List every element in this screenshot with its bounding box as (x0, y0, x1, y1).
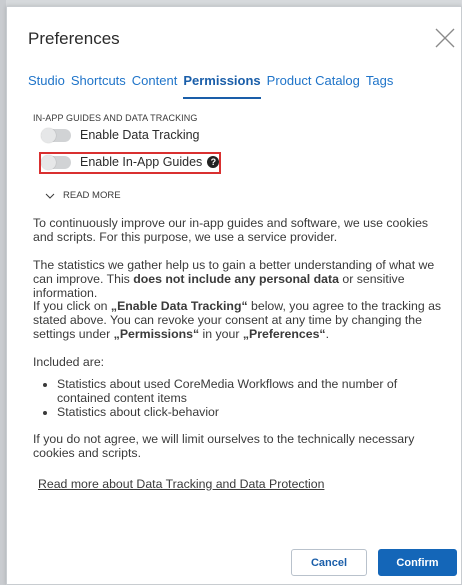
data-tracking-row: Enable Data Tracking (41, 127, 200, 143)
paragraph-3: If you click on „Enable Data Tracking“ b… (33, 299, 449, 341)
list-item: Statistics about click-behavior (57, 405, 449, 419)
tab-shortcuts[interactable]: Shortcuts (71, 73, 126, 99)
cancel-button[interactable]: Cancel (291, 549, 367, 576)
data-tracking-toggle[interactable] (41, 127, 71, 143)
list-item: Statistics about used CoreMedia Workflow… (57, 377, 449, 405)
in-app-guides-label: Enable In-App Guides (80, 155, 203, 169)
read-more-label: READ MORE (63, 190, 121, 201)
tab-product-catalog[interactable]: Product Catalog (267, 73, 360, 99)
help-icon[interactable]: ? (207, 156, 220, 168)
paragraph-statistics: The statistics we gather help us to gain… (33, 258, 449, 300)
paragraph-disagree: If you do not agree, we will limit ourse… (33, 432, 449, 460)
p3-bold-preferences: „Preferences“ (242, 327, 326, 341)
in-app-guides-row: Enable In-App Guides ? (41, 154, 220, 170)
paragraph-intro: To continuously improve our in-app guide… (33, 216, 449, 244)
paragraph-2: The statistics we gather help us to gain… (33, 258, 449, 300)
dialog-title: Preferences (28, 29, 120, 48)
p3-bold-permissions: „Permissions“ (113, 327, 200, 341)
read-more-toggle[interactable]: READ MORE (45, 190, 121, 201)
p2-bold: does not include any personal data (133, 272, 339, 286)
tab-tags[interactable]: Tags (366, 73, 393, 99)
p3-text-e: in your (199, 327, 243, 341)
paragraph-4: If you do not agree, we will limit ourse… (33, 432, 415, 460)
tab-content[interactable]: Content (132, 73, 178, 99)
included-list: Statistics about used CoreMedia Workflow… (33, 377, 449, 419)
tab-bar: Studio Shortcuts Content Permissions Pro… (28, 73, 399, 99)
data-tracking-label: Enable Data Tracking (80, 128, 200, 142)
paragraph-1: To continuously improve our in-app guide… (33, 216, 429, 244)
close-icon[interactable] (433, 26, 457, 50)
p3-text-a: If you click on (33, 299, 111, 313)
p3-bold-enable: „Enable Data Tracking“ (110, 299, 248, 313)
included-heading: Included are: (33, 355, 449, 369)
data-protection-link[interactable]: Read more about Data Tracking and Data P… (38, 477, 324, 491)
chevron-down-icon (45, 193, 55, 199)
p3-text-g: . (325, 327, 329, 341)
tab-studio[interactable]: Studio (28, 73, 65, 99)
paragraph-consent: If you click on „Enable Data Tracking“ b… (33, 299, 449, 341)
confirm-button[interactable]: Confirm (378, 549, 457, 576)
tab-permissions[interactable]: Permissions (183, 73, 261, 99)
in-app-guides-toggle[interactable] (41, 154, 71, 170)
included-label: Included are: (33, 355, 105, 369)
section-label: IN-APP GUIDES AND DATA TRACKING (33, 113, 198, 123)
preferences-dialog: Preferences Studio Shortcuts Content Per… (6, 6, 462, 585)
